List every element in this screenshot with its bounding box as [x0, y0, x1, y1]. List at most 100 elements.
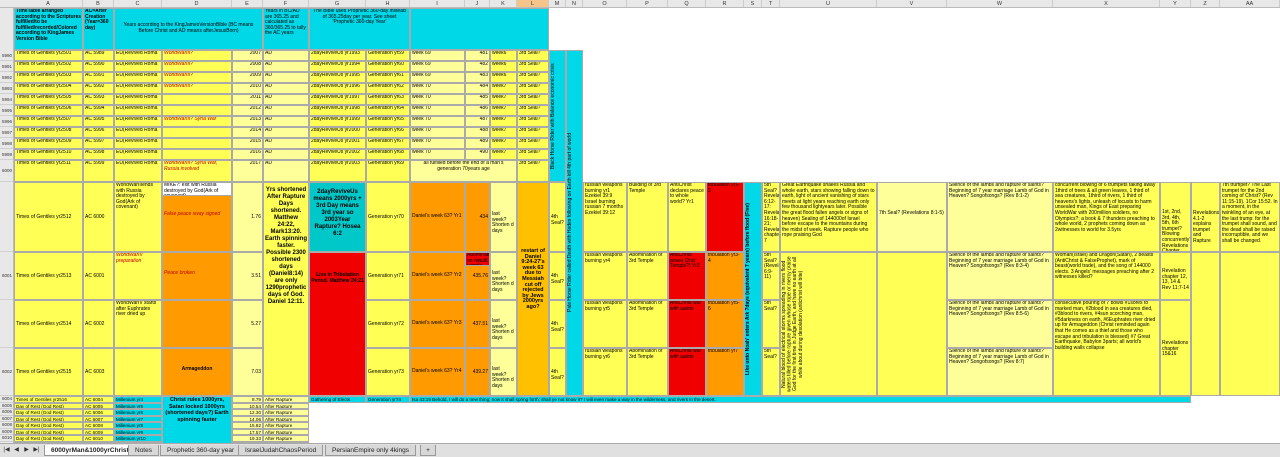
third-seal-cell[interactable]: 3rd Seal? [517, 72, 549, 83]
worldwar-cell[interactable]: WorldWarIII? [162, 61, 232, 72]
third-seal-cell[interactable]: 3rd Seal? [517, 61, 549, 72]
eu-cell[interactable]: EU(Revived Roma [114, 50, 162, 61]
row-number[interactable]: 6002 [0, 348, 13, 396]
generation-cell[interactable]: Generation yr68 [366, 149, 410, 160]
ac-year-cell[interactable]: AC 5989 [83, 50, 114, 61]
worldwar-cell[interactable]: WorldWarIII? Syria War, Russia involved [162, 160, 232, 182]
column-header-q[interactable]: Q [668, 0, 706, 7]
ac-year-cell[interactable]: AC 5993 [83, 94, 114, 105]
year-cell[interactable]: 2017 [232, 160, 263, 182]
week-number-cell[interactable]: 439.27 [465, 348, 490, 396]
blank-z-cell[interactable] [1191, 252, 1220, 396]
tribulation-cell[interactable]: tribulation yr7 [706, 348, 744, 396]
shortened-days-cell[interactable]: Yrs shortened After Rapture Days shorten… [263, 182, 309, 396]
header-g1[interactable]: The Bible uses Prophetic 360-day instead… [309, 8, 410, 50]
ac-year-cell[interactable]: AC 5992 [83, 83, 114, 94]
rev4-cell[interactable]: Revelations 4.1-2 explains trumpet and R… [1191, 182, 1220, 252]
row-number[interactable] [0, 182, 13, 252]
silence-of-lambs-cell[interactable]: Silence of the lambs and rapture of sain… [947, 182, 1053, 252]
third-seal-cell[interactable]: 3rd Seal? [517, 116, 549, 127]
peace-cell[interactable]: Armageddon [162, 348, 232, 396]
generation-cell[interactable]: Generation yr60 [366, 61, 410, 72]
last-week-cell[interactable]: last week? Shorten d days [490, 300, 517, 348]
generation-cell[interactable]: Generation yr67 [366, 138, 410, 149]
revive-cell[interactable]: 2dayReviveUs yr1997 [309, 94, 366, 105]
eu-cell[interactable]: EU(Revived Roma [114, 160, 162, 182]
year-cell[interactable]: 2011 [232, 94, 263, 105]
week-label-cell[interactable]: week7 [490, 127, 517, 138]
ac-year-cell[interactable]: AC 5999 [83, 160, 114, 182]
revive-cell[interactable]: 2dayReviveUs yr1996 [309, 83, 366, 94]
eu-cell[interactable]: EU(Revived Roma [114, 94, 162, 105]
eu-cell[interactable]: EU(Revived Roma [114, 83, 162, 94]
column-header-m[interactable]: M [549, 0, 566, 7]
blank-v-cell[interactable] [877, 252, 947, 396]
column-header-aa[interactable]: AA [1220, 0, 1280, 7]
worldwar-cell[interactable] [114, 348, 162, 396]
ad-cell[interactable]: AD [263, 149, 309, 160]
week-label-cell[interactable]: week6 [490, 50, 517, 61]
times-of-gentiles-cell[interactable]: Times of Gentiles yr2505 [14, 94, 83, 105]
seventh-trumpet-cell[interactable]: 7th trumpet? The Last trumpet for the 2n… [1220, 182, 1280, 252]
daniels-week-cell[interactable]: Daniel's week 63? Yr1 [410, 182, 465, 252]
tribulation-cell[interactable]: tribulation yr5-6 [706, 300, 744, 348]
ad-cell[interactable]: AD [263, 94, 309, 105]
year-cell[interactable]: 2013 [232, 116, 263, 127]
revive-cell[interactable]: 2dayReviveUs yr1995 [309, 72, 366, 83]
ad-cell[interactable]: AD [263, 72, 309, 83]
tab-prophetic-360-day-year[interactable]: Prophetic 360-day year [160, 445, 242, 456]
week-label-cell[interactable]: week7 [490, 149, 517, 160]
year-cell[interactable]: 2009 [232, 72, 263, 83]
silence-of-lambs-cell[interactable]: Silence of the lambs and rapture of sain… [947, 300, 1053, 348]
ac-year-cell[interactable]: AC 5991 [83, 72, 114, 83]
eu-cell[interactable]: EU(Revived Roma [114, 127, 162, 138]
third-seal-cell[interactable]: 3rd Seal? [517, 138, 549, 149]
times-of-gentiles-cell[interactable]: Times of Gentiles yr2511 [14, 160, 83, 182]
blank-aa-cell[interactable] [1220, 252, 1280, 396]
generation-cell[interactable]: Generation yr65 [366, 116, 410, 127]
fifth-seal-cell[interactable]: 5th Seal? (Revelation 6:9-11) [762, 252, 780, 300]
week-number-cell[interactable]: 434 [465, 182, 490, 252]
great-earthquake-cell[interactable]: Great Earthquake shakes Russia and whole… [780, 182, 877, 252]
week-label-cell[interactable]: week7 [490, 116, 517, 127]
worldwar-cell[interactable]: WorldWarIV preparation [114, 252, 162, 300]
russian-weapons-cell[interactable]: russian weapons burning yr1 Ezekiel 39:9… [583, 182, 627, 252]
temple-cell[interactable]: Abomination of 3rd Temple [627, 252, 668, 300]
row-number[interactable]: 5995 [0, 105, 13, 116]
worldwar-cell[interactable]: WorldWarIV starts after Euphrates river … [114, 300, 162, 348]
third-seal-cell[interactable]: 3rd Seal? [517, 50, 549, 61]
eu-cell[interactable]: EU(Revived Roma [114, 116, 162, 127]
week-number-cell[interactable]: 487 [465, 116, 490, 127]
daniels-week-cell[interactable]: Daniel's week 63? Yr3 [410, 300, 465, 348]
fifth-seal-cell[interactable]: 5th Seal? Revelation 6:12-17: Revelation… [762, 182, 780, 252]
last-week-cell[interactable]: last week? Shorten d days [490, 348, 517, 396]
revive-cell[interactable]: 2dayReviveUs yr2000 [309, 127, 366, 138]
week-cell[interactable]: week 70 [410, 105, 465, 116]
week-cell[interactable]: week 70 [410, 149, 465, 160]
last-sheet-button[interactable]: ▶| [32, 446, 41, 455]
column-header-r[interactable]: R [706, 0, 744, 7]
revive-cell[interactable]: 2dayReviveUs yr2003 [309, 160, 366, 182]
revive-cell[interactable]: 2dayReviveUs yr2002 [309, 149, 366, 160]
silence-of-lambs-cell[interactable]: Silence of the lambs and rapture of sain… [947, 348, 1053, 396]
times-of-gentiles-cell[interactable]: Times of Gentiles yr2509 [14, 138, 83, 149]
shortened-years-cell[interactable]: 7.03 [232, 348, 263, 396]
column-header-y[interactable]: Y [1160, 0, 1191, 7]
worldwar-cell[interactable]: WorldWarIII? [162, 50, 232, 61]
column-header-a[interactable]: A [14, 0, 83, 7]
column-header-f[interactable]: F [263, 0, 309, 7]
mike-note-cell[interactable]: MIKE?: exit with Russia destroyed by God… [162, 182, 232, 196]
fourth-seal-cell[interactable]: 4th Seal? [549, 300, 566, 348]
week-number-cell[interactable]: 486 [465, 105, 490, 116]
silence-of-lambs-cell[interactable]: Silence of the lambs and rapture of sain… [947, 252, 1053, 300]
peace-cell[interactable] [162, 300, 232, 348]
ad-cell[interactable]: AD [263, 61, 309, 72]
column-header-l[interactable]: L [517, 0, 549, 7]
column-header-z[interactable]: Z [1191, 0, 1220, 7]
first-sheet-button[interactable]: |◀ [2, 446, 11, 455]
row-number[interactable]: 5990 [0, 50, 13, 61]
row-number[interactable] [0, 300, 13, 348]
tribulation-cell[interactable]: tribulation yr1-2 [706, 182, 744, 252]
next-sheet-button[interactable]: ▶ [22, 446, 31, 455]
ac-year-cell[interactable]: AC 5997 [83, 138, 114, 149]
